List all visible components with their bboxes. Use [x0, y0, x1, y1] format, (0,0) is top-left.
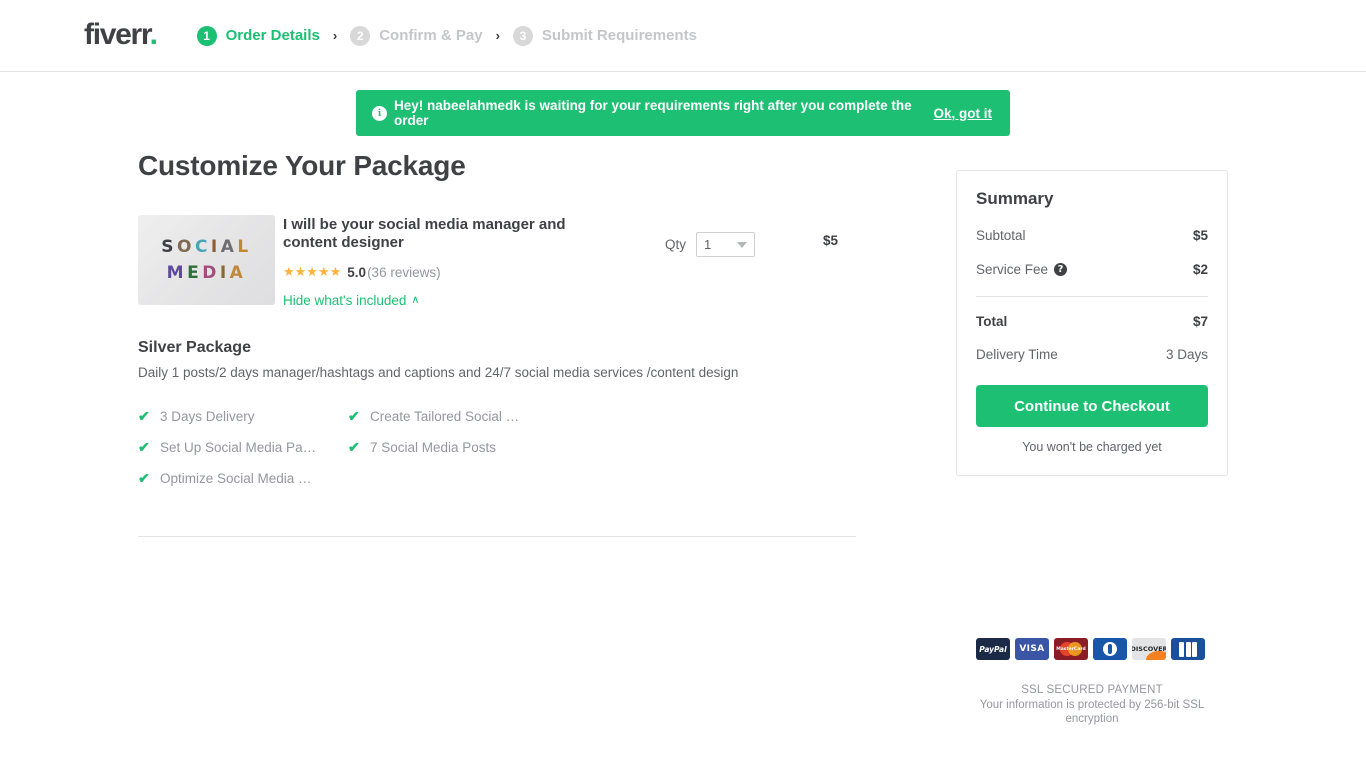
summary-delivery-row: Delivery Time 3 Days: [976, 347, 1208, 362]
help-icon[interactable]: ?: [1054, 263, 1068, 276]
rating-score: 5.0: [347, 264, 367, 280]
star-rating-icon: ★★★★★: [283, 264, 342, 279]
summary-divider: [976, 296, 1208, 297]
seller-waiting-banner: i Hey! nabeelahmedk is waiting for your …: [356, 90, 1010, 136]
site-header: fiverr. 1 Order Details › 2 Confirm & Pa…: [0, 0, 1366, 72]
quantity-value: 1: [704, 237, 712, 252]
banner-message: Hey! nabeelahmedk is waiting for your re…: [394, 98, 912, 128]
gig-thumbnail[interactable]: SOCIAL MEDIA: [138, 215, 275, 305]
step-separator-1: ›: [332, 28, 338, 43]
continue-to-checkout-button[interactable]: Continue to Checkout: [976, 385, 1208, 427]
gig-row: SOCIAL MEDIA I will be your social media…: [138, 215, 856, 310]
total-value: $7: [1192, 314, 1208, 329]
charge-note: You won't be charged yet: [1022, 440, 1162, 454]
step-2-label: Confirm & Pay: [379, 27, 483, 44]
step-confirm-pay[interactable]: 2 Confirm & Pay: [350, 25, 483, 46]
logo-dot: .: [149, 17, 158, 51]
page-title: Customize Your Package: [138, 150, 466, 181]
summary-title: Summary: [976, 189, 1054, 208]
ssl-subtitle: Your information is protected by 256-bit…: [979, 699, 1205, 725]
feature-label: 7 Social Media Posts: [370, 440, 497, 455]
step-3-label: Submit Requirements: [541, 27, 697, 44]
summary-subtotal-row: Subtotal $5: [976, 228, 1208, 243]
feature-item: ✔ Set Up Social Media Pa…: [138, 432, 348, 463]
gig-info: I will be your social media manager and …: [283, 215, 856, 310]
step-separator-2: ›: [495, 28, 500, 43]
step-submit-requirements[interactable]: 3 Submit Requirements: [512, 25, 697, 46]
gig-price: $5: [823, 233, 839, 248]
check-icon: ✔: [348, 439, 360, 455]
feature-item: ✔ 3 Days Delivery: [138, 401, 348, 432]
step-1-label: Order Details: [225, 27, 320, 44]
step-1-number: 1: [196, 25, 217, 46]
summary-service-fee-row: Service Fee ? $2: [976, 262, 1208, 277]
subtotal-value: $5: [1192, 228, 1208, 243]
gig-rating: ★★★★★ 5.0 (36 reviews): [283, 264, 856, 280]
thumbnail-line-2: MEDIA: [166, 263, 247, 283]
ssl-notice: SSL SECURED PAYMENT Your information is …: [956, 684, 1228, 726]
chevron-down-icon: [737, 241, 748, 248]
feature-item: ✔ Create Tailored Social …: [348, 401, 558, 432]
quantity-label: Qty: [665, 237, 687, 252]
fiverr-logo[interactable]: fiverr.: [84, 17, 158, 51]
diners-club-icon: [1093, 638, 1127, 660]
feature-item: ✔ Optimize Social Media …: [138, 463, 348, 494]
mastercard-label: MasterCard: [1056, 646, 1086, 652]
visa-icon: VISA: [1015, 638, 1049, 660]
package-description: Daily 1 posts/2 days manager/hashtags an…: [138, 365, 739, 380]
jcb-icon: [1171, 638, 1205, 660]
quantity-select[interactable]: 1: [696, 232, 756, 257]
paypal-label: PayPal: [979, 644, 1007, 654]
summary-total-row: Total $7: [976, 314, 1208, 329]
visa-label: VISA: [1019, 644, 1045, 654]
mastercard-icon: MasterCard: [1054, 638, 1088, 660]
hide-whats-included-label: Hide what's included: [283, 293, 407, 308]
feature-label: Set Up Social Media Pa…: [160, 440, 317, 455]
discover-label: DISCOVER: [1132, 645, 1166, 653]
step-2-number: 2: [350, 25, 371, 46]
rating-count: (36 reviews): [367, 264, 441, 280]
delivery-time-value: 3 Days: [1165, 347, 1208, 362]
feature-item: ✔ 7 Social Media Posts: [348, 432, 558, 463]
check-icon: ✔: [138, 470, 150, 486]
subtotal-label: Subtotal: [976, 228, 1026, 243]
info-icon: i: [372, 105, 387, 121]
order-details-content: Customize Your Package SOCIAL MEDIA I wi…: [138, 150, 856, 537]
feature-label: Create Tailored Social …: [370, 409, 520, 424]
check-icon: ✔: [348, 408, 360, 424]
thumbnail-line-1: SOCIAL: [161, 237, 252, 257]
quantity-block: Qty 1: [665, 232, 756, 257]
service-fee-label-wrap: Service Fee ?: [976, 262, 1068, 277]
total-label: Total: [976, 314, 1008, 329]
feature-label: Optimize Social Media …: [160, 471, 312, 486]
checkout-steps: 1 Order Details › 2 Confirm & Pay › 3 Su…: [196, 25, 697, 46]
paypal-icon: PayPal: [976, 638, 1010, 660]
gig-title[interactable]: I will be your social media manager and …: [283, 216, 568, 252]
step-3-number: 3: [512, 25, 533, 46]
order-summary-card: Summary Subtotal $5 Service Fee ? $2 Tot…: [956, 170, 1228, 476]
service-fee-value: $2: [1192, 262, 1208, 277]
ssl-title: SSL SECURED PAYMENT: [1021, 684, 1163, 696]
feature-label: 3 Days Delivery: [160, 409, 255, 424]
package-name: Silver Package: [138, 339, 251, 356]
step-order-details[interactable]: 1 Order Details: [196, 25, 320, 46]
chevron-up-icon: ∧: [411, 294, 420, 306]
logo-text: fiverr: [84, 17, 151, 51]
ok-got-it-link[interactable]: Ok, got it: [934, 106, 993, 121]
package-features: ✔ 3 Days Delivery ✔ Create Tailored Soci…: [138, 401, 558, 494]
check-icon: ✔: [138, 439, 150, 455]
delivery-time-label: Delivery Time: [976, 347, 1058, 362]
payment-methods: PayPal VISA MasterCard DISCOVER: [976, 638, 1205, 660]
diners-circle: [1103, 642, 1117, 656]
hide-whats-included-link[interactable]: Hide what's included ∧: [283, 293, 419, 308]
jcb-bars: [1179, 641, 1197, 657]
section-divider: [138, 536, 856, 537]
service-fee-label: Service Fee: [976, 262, 1049, 277]
package-section: Silver Package Daily 1 posts/2 days mana…: [138, 339, 856, 537]
check-icon: ✔: [138, 408, 150, 424]
discover-icon: DISCOVER: [1132, 638, 1166, 660]
